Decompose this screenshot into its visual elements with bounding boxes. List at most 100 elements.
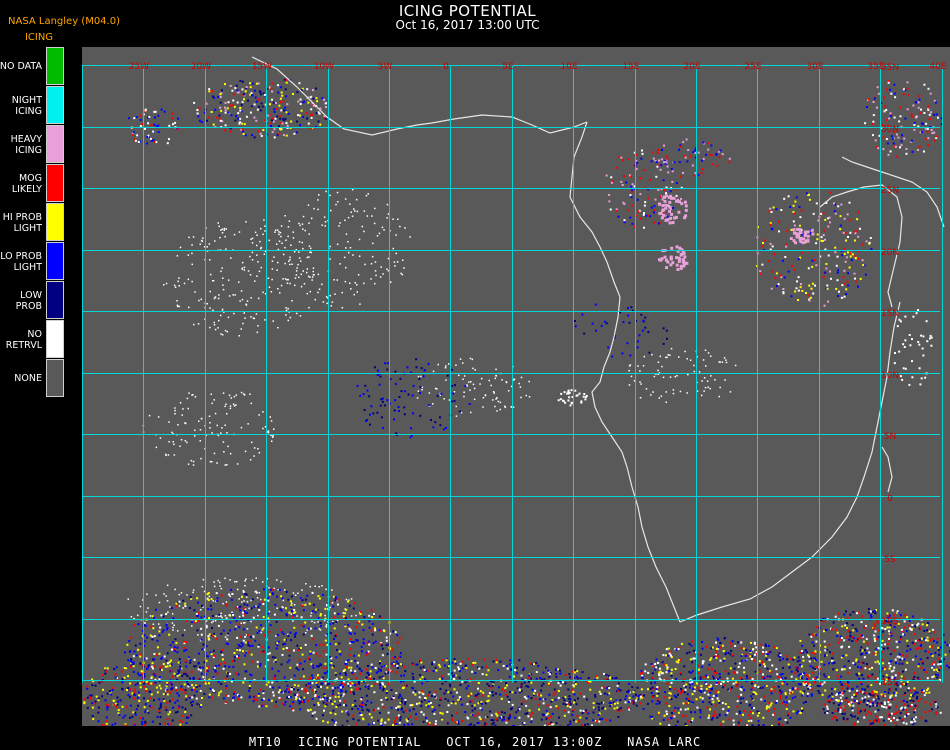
icing-pixel [657,662,659,664]
icing-pixel [272,120,275,123]
icing-pixel [289,256,291,258]
icing-pixel [241,101,244,104]
icing-pixel [202,666,205,669]
icing-pixel [221,648,224,651]
icing-pixel [200,298,202,301]
icing-pixel [672,389,675,391]
icing-pixel [920,108,922,111]
icing-pixel [810,657,813,660]
icing-pixel [428,702,430,705]
icing-pixel [693,370,696,373]
icing-pixel [567,688,570,691]
icing-pixel [187,463,190,465]
icing-pixel [289,282,291,285]
icing-pixel [262,291,264,294]
icing-pixel [379,276,382,278]
icing-pixel [202,643,205,646]
icing-pixel [239,609,242,612]
icing-pixel [563,391,566,394]
icing-pixel [178,658,181,661]
icing-pixel [234,581,236,583]
icing-pixel [615,167,618,169]
icing-pixel [422,665,425,668]
icing-pixel [504,687,507,689]
icing-pixel [801,691,804,694]
icing-pixel [257,694,260,697]
icing-pixel [847,660,850,663]
icing-pixel [387,257,390,260]
icing-pixel [317,674,319,677]
icing-pixel [902,93,905,96]
icing-pixel [211,432,213,434]
icing-pixel [502,716,505,719]
icing-pixel [385,644,388,647]
icing-pixel [341,291,343,294]
icing-pixel [282,606,284,609]
icing-pixel [637,365,639,367]
icing-pixel [377,719,380,722]
icing-pixel [422,693,425,696]
icing-pixel [587,677,590,679]
icing-pixel [699,709,702,712]
icing-pixel [213,324,216,326]
icing-pixel [279,128,282,131]
icing-pixel [592,711,595,714]
icing-pixel [379,375,382,378]
icing-pixel [718,713,721,716]
icing-pixel [282,647,285,650]
icing-pixel [179,688,182,691]
icing-pixel [923,150,925,153]
icing-pixel [178,605,181,607]
icing-pixel [630,185,633,188]
legend-label: HEAVY ICING [10,133,42,156]
icing-pixel [279,117,282,120]
icing-pixel [350,598,353,600]
icing-pixel [439,712,442,714]
icing-pixel [753,659,756,662]
icing-pixel [843,269,846,272]
icing-pixel [568,698,571,700]
icing-pixel [144,109,147,112]
icing-pixel [445,426,447,429]
icing-pixel [485,673,488,676]
icing-pixel [471,714,474,717]
icing-pixel [230,257,232,259]
icing-pixel [278,588,281,591]
icing-pixel [294,594,297,596]
icing-pixel [313,621,316,624]
icing-pixel [519,725,522,726]
icing-pixel [770,287,773,290]
icing-pixel [308,306,310,309]
icing-pixel [261,646,264,649]
icing-pixel [601,717,604,720]
icing-pixel [307,122,310,125]
icing-pixel [620,180,623,183]
icing-pixel [290,604,293,607]
icing-pixel [937,649,940,652]
icing-pixel [481,666,484,669]
icing-pixel [139,642,142,645]
icing-pixel [374,629,377,632]
icing-pixel [409,715,412,718]
icing-pixel [309,96,312,99]
icing-pixel [801,644,804,647]
icing-pixel [184,605,187,608]
icing-pixel [219,119,222,122]
icing-pixel [506,684,508,687]
icing-pixel [420,711,423,714]
icing-pixel [808,299,811,302]
icing-pixel [874,699,877,702]
icing-pixel [681,251,685,255]
icing-pixel [426,669,429,672]
icing-pixel [133,623,136,626]
icing-pixel [554,691,557,694]
icing-pixel [255,119,258,122]
icing-pixel [448,683,451,686]
icing-pixel [675,256,678,260]
icing-pixel [257,130,260,133]
icing-pixel [640,383,642,385]
icing-pixel [378,676,381,679]
icing-pixel [686,358,688,360]
icing-pixel [178,285,180,287]
icing-pixel [251,579,254,582]
